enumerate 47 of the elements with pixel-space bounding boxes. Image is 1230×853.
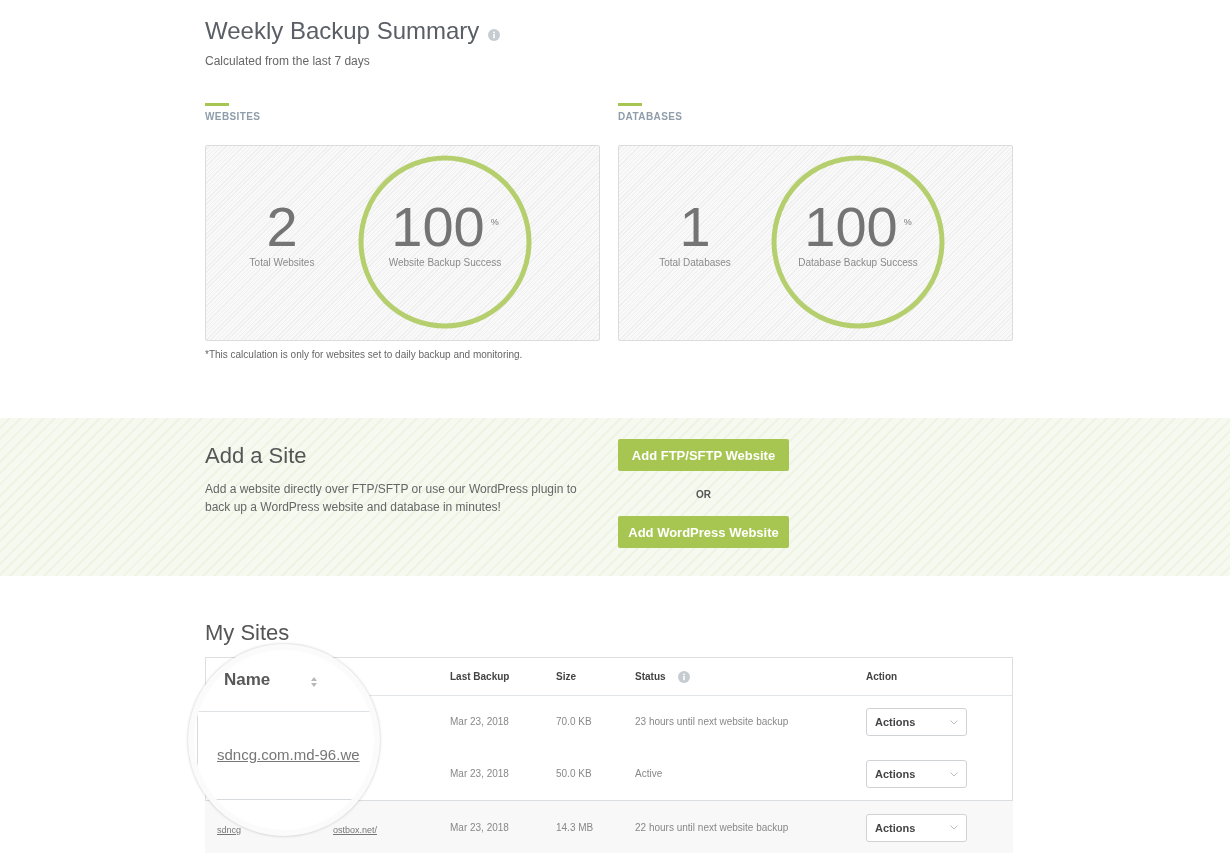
accent-bar [205, 103, 229, 106]
accent-bar [618, 103, 642, 106]
column-header: Action [866, 670, 898, 683]
stat-label: Total Databases [659, 257, 731, 269]
success-number: 100 [391, 199, 485, 255]
actions-dropdown[interactable]: Actions [866, 760, 967, 788]
date-cell-text: Mar 23, 2018 [449, 716, 510, 728]
sort-icon[interactable] [311, 677, 318, 687]
site-link[interactable]: ostbox.net/ [332, 824, 377, 836]
column-header: Last Backup [450, 670, 510, 683]
footnote: *This calculation is only for websites set to daily backup and monitoring. [205, 348, 524, 361]
percent-sign: % [490, 217, 499, 227]
percent-sign: % [903, 217, 912, 227]
column-header: Size [556, 670, 576, 683]
site-link[interactable]: sdncg.com.md-96.we [217, 745, 360, 764]
status-cell-text: 23 hours until next website backup [634, 716, 790, 728]
stat-label: Website Backup Success [388, 257, 502, 269]
status-cell-text: Active [634, 768, 664, 780]
size-cell-text: 14.3 MB [555, 821, 595, 834]
size-cell-text: 50.0 KB [555, 768, 593, 780]
total-number: 2 [266, 199, 298, 255]
status-cell-text: 22 hours until next website backup [634, 821, 790, 834]
actions-dropdown[interactable]: Actions [866, 708, 967, 736]
page-title: Weekly Backup Summary [205, 16, 480, 46]
actions-dropdown[interactable]: Actions [866, 813, 967, 842]
size-cell-text: 70.0 KB [555, 716, 593, 728]
chevron-down-icon [950, 719, 958, 725]
or-separator: OR [696, 489, 711, 501]
success-number: 100 [804, 199, 898, 255]
date-cell-text: Mar 23, 2018 [449, 821, 510, 834]
subtitle: Calculated from the last 7 days [205, 53, 371, 69]
info-icon [488, 29, 501, 41]
stat-label: Total Websites [249, 257, 315, 269]
column-header: Status [635, 670, 666, 683]
stat-label: Database Backup Success [798, 257, 918, 269]
total-number: 1 [679, 199, 711, 255]
chevron-down-icon [950, 825, 958, 830]
description: Add a website directly over FTP/SFTP or use our WordPress plugin to back up a WordPress website and database in minutes! [205, 481, 577, 516]
category-label: DATABASES [618, 111, 684, 123]
category-label: WEBSITES [205, 111, 262, 123]
info-icon [677, 670, 690, 683]
column-header: Name [224, 669, 271, 690]
section-title: Add a Site [205, 442, 308, 470]
date-cell-text: Mar 23, 2018 [449, 768, 510, 780]
section-title: My Sites [205, 619, 291, 647]
chevron-down-icon [950, 771, 958, 777]
site-link[interactable]: sdncg [217, 824, 242, 836]
